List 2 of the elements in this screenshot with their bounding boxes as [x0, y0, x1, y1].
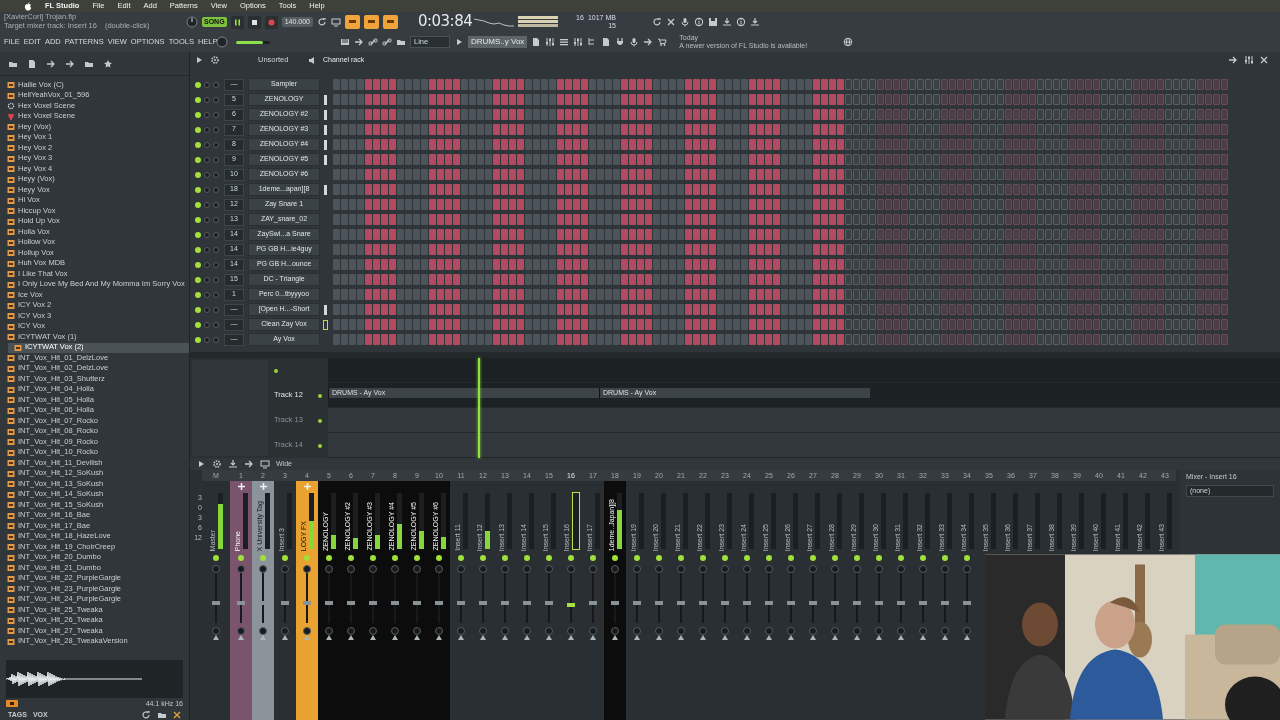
song-time: 0:03:84 [417, 13, 470, 31]
pattern-selector[interactable]: DRUMS..y Vox [468, 36, 528, 48]
